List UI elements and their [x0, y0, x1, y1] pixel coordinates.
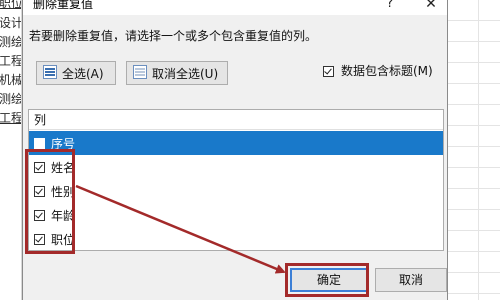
- dialog-instruction: 若要删除重复值，请选择一个或多个包含重复值的列。: [29, 29, 318, 43]
- select-all-button[interactable]: 全选(A): [36, 61, 116, 85]
- select-all-label: 全选(A): [62, 66, 104, 81]
- dialog-title-bar[interactable]: 删除重复值 ? ✕: [23, 0, 447, 15]
- has-headers-label: 数据包含标题(M): [341, 64, 433, 78]
- spreadsheet-cell[interactable]: 测绘: [0, 33, 21, 51]
- spreadsheet-cell[interactable]: 机械: [0, 71, 21, 89]
- screenshot: 职位 设计 测绘 工程 机械 测绘 工程 删除重复值 ? ✕ 若要删除重复值，请…: [0, 0, 500, 300]
- column-label: 姓名: [51, 160, 76, 175]
- column-checkbox[interactable]: [34, 161, 45, 173]
- columns-list-header: 列: [29, 110, 443, 130]
- column-label: 性别: [51, 184, 76, 199]
- column-checkbox[interactable]: [34, 233, 45, 245]
- has-headers-option[interactable]: 数据包含标题(M): [323, 63, 433, 79]
- column-label: 职位: [51, 232, 76, 247]
- column-item-姓名[interactable]: 姓名: [29, 155, 443, 179]
- ok-button[interactable]: 确定: [290, 268, 368, 292]
- spreadsheet-cell[interactable]: 工程: [0, 109, 21, 127]
- unselect-all-button[interactable]: 取消全选(U): [126, 61, 228, 85]
- column-checkbox[interactable]: [34, 185, 45, 197]
- spreadsheet-right-grid: [448, 0, 500, 300]
- column-item-序号[interactable]: 序号: [29, 131, 443, 155]
- unselect-all-icon: [133, 64, 147, 82]
- spreadsheet-column-gridline: [478, 0, 479, 300]
- cancel-button[interactable]: 取消: [375, 268, 447, 292]
- spreadsheet-cell[interactable]: 职位: [0, 0, 21, 12]
- column-item-年龄[interactable]: 年龄: [29, 203, 443, 227]
- spreadsheet-left-column: 职位 设计 测绘 工程 机械 测绘 工程: [0, 0, 22, 300]
- column-item-性别[interactable]: 性别: [29, 179, 443, 203]
- help-button[interactable]: ?: [378, 0, 402, 15]
- column-item-职位[interactable]: 职位: [29, 227, 443, 250]
- column-checkbox[interactable]: [34, 137, 45, 149]
- close-button[interactable]: ✕: [419, 0, 443, 15]
- column-label: 序号: [51, 136, 76, 151]
- remove-duplicates-dialog: 删除重复值 ? ✕ 若要删除重复值，请选择一个或多个包含重复值的列。 全选(A): [22, 0, 448, 300]
- spreadsheet-cell[interactable]: 工程: [0, 52, 21, 70]
- dialog-title: 删除重复值: [33, 0, 94, 11]
- spreadsheet-cell[interactable]: 测绘: [0, 90, 21, 108]
- select-all-icon: [43, 64, 57, 82]
- unselect-all-label: 取消全选(U): [152, 66, 219, 81]
- has-headers-checkbox[interactable]: [323, 65, 334, 77]
- column-label: 年龄: [51, 208, 76, 223]
- spreadsheet-cell[interactable]: 设计: [0, 14, 21, 32]
- column-checkbox[interactable]: [34, 209, 45, 221]
- columns-list[interactable]: 列 序号 姓名 性别 年龄 职位: [28, 109, 444, 251]
